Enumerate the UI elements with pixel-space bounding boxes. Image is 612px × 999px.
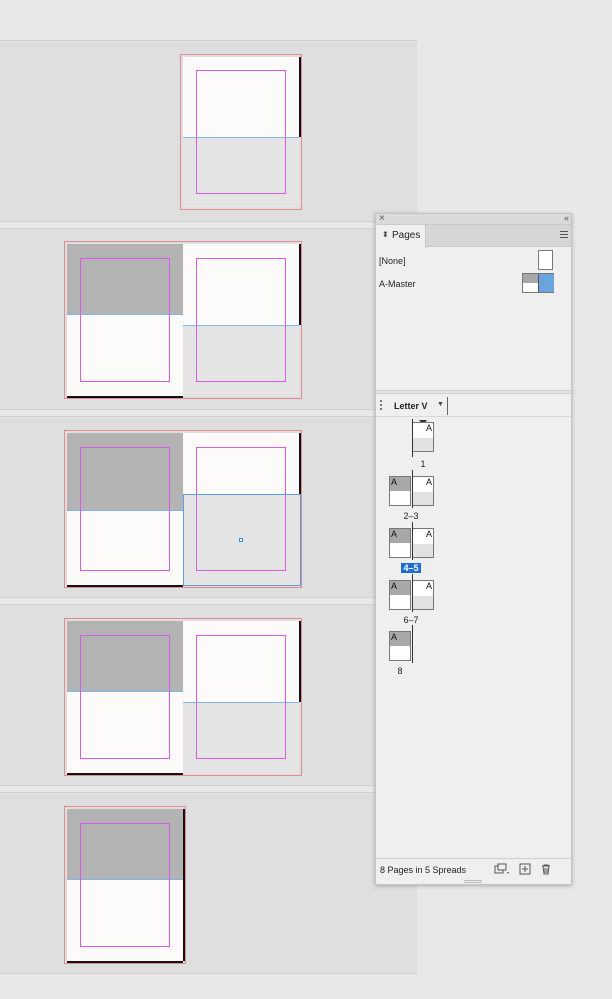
- panel-footer: 8 Pages in 5 Spreads: [376, 858, 571, 884]
- master-letter: A: [391, 529, 398, 539]
- spread-6-7: [0, 604, 417, 786]
- collapse-icon[interactable]: ‹‹: [564, 213, 569, 223]
- master-none-label: [None]: [379, 256, 406, 266]
- master-letter: A: [425, 529, 432, 539]
- page-size-bar: Letter V ▼: [376, 395, 571, 417]
- panel-menu-icon[interactable]: [560, 231, 568, 238]
- page-count-status: 8 Pages in 5 Spreads: [380, 865, 467, 875]
- page-1[interactable]: [180, 54, 302, 210]
- thumb-page-4[interactable]: A: [389, 528, 411, 558]
- spine: [412, 470, 413, 508]
- panel-tabbar: ⬍ Pages: [376, 225, 571, 248]
- master-none[interactable]: [None]: [376, 250, 571, 272]
- thumb-page-5[interactable]: A: [412, 528, 434, 558]
- spread-label[interactable]: 2–3: [391, 511, 431, 521]
- master-a-label: A-Master: [379, 279, 416, 289]
- spread-label[interactable]: 6–7: [391, 615, 431, 625]
- spread-label[interactable]: 1: [403, 459, 443, 469]
- new-page-icon[interactable]: [519, 863, 531, 875]
- thumb-page-8[interactable]: A: [389, 631, 411, 661]
- spread-8: [0, 792, 417, 974]
- spread-4-5: [0, 416, 417, 598]
- tab-pages-label: Pages: [392, 230, 421, 241]
- spine: [412, 419, 413, 457]
- masters-pages-divider[interactable]: [376, 390, 571, 394]
- spread-label-selected-text: 4–5: [401, 563, 421, 573]
- tab-expand-icon[interactable]: ⬍: [382, 230, 389, 239]
- master-letter: A: [391, 632, 398, 642]
- master-letter: A: [391, 477, 398, 487]
- page-8[interactable]: [64, 806, 186, 964]
- thumb-page-7[interactable]: A: [412, 580, 434, 610]
- spread-1: [0, 40, 417, 222]
- spine: [412, 574, 413, 612]
- tab-pages[interactable]: ⬍ Pages: [376, 225, 426, 248]
- master-a-thumbnail[interactable]: [522, 273, 554, 293]
- pages-panel: × ‹‹ ⬍ Pages [None] A-Master Letter V ▼ …: [375, 213, 572, 885]
- master-letter: A: [391, 581, 398, 591]
- master-a[interactable]: A-Master: [376, 273, 571, 295]
- page-size-label[interactable]: Letter V: [394, 401, 428, 411]
- trash-icon[interactable]: [540, 863, 552, 875]
- thumb-page-2[interactable]: A: [389, 476, 411, 506]
- master-none-thumbnail[interactable]: [538, 250, 553, 270]
- spine: [412, 522, 413, 560]
- chevron-down-icon[interactable]: ▼: [437, 401, 444, 408]
- spread-label-selected[interactable]: 4–5: [391, 563, 431, 573]
- panel-titlebar[interactable]: × ‹‹: [376, 213, 571, 225]
- spread-2-3: [0, 228, 417, 410]
- grip-icon[interactable]: [380, 400, 384, 410]
- spread-label[interactable]: 8: [380, 666, 420, 676]
- edit-page-size-icon[interactable]: [494, 863, 510, 875]
- size-separator: [447, 397, 448, 415]
- master-letter: A: [425, 477, 432, 487]
- close-icon[interactable]: ×: [379, 213, 385, 224]
- thumb-page-6[interactable]: A: [389, 580, 411, 610]
- thumb-page-1[interactable]: A: [412, 422, 434, 452]
- master-letter: A: [425, 581, 432, 591]
- spine: [412, 625, 413, 663]
- panel-resize-grip[interactable]: [464, 880, 482, 883]
- master-letter: A: [425, 423, 432, 433]
- thumb-page-3[interactable]: A: [412, 476, 434, 506]
